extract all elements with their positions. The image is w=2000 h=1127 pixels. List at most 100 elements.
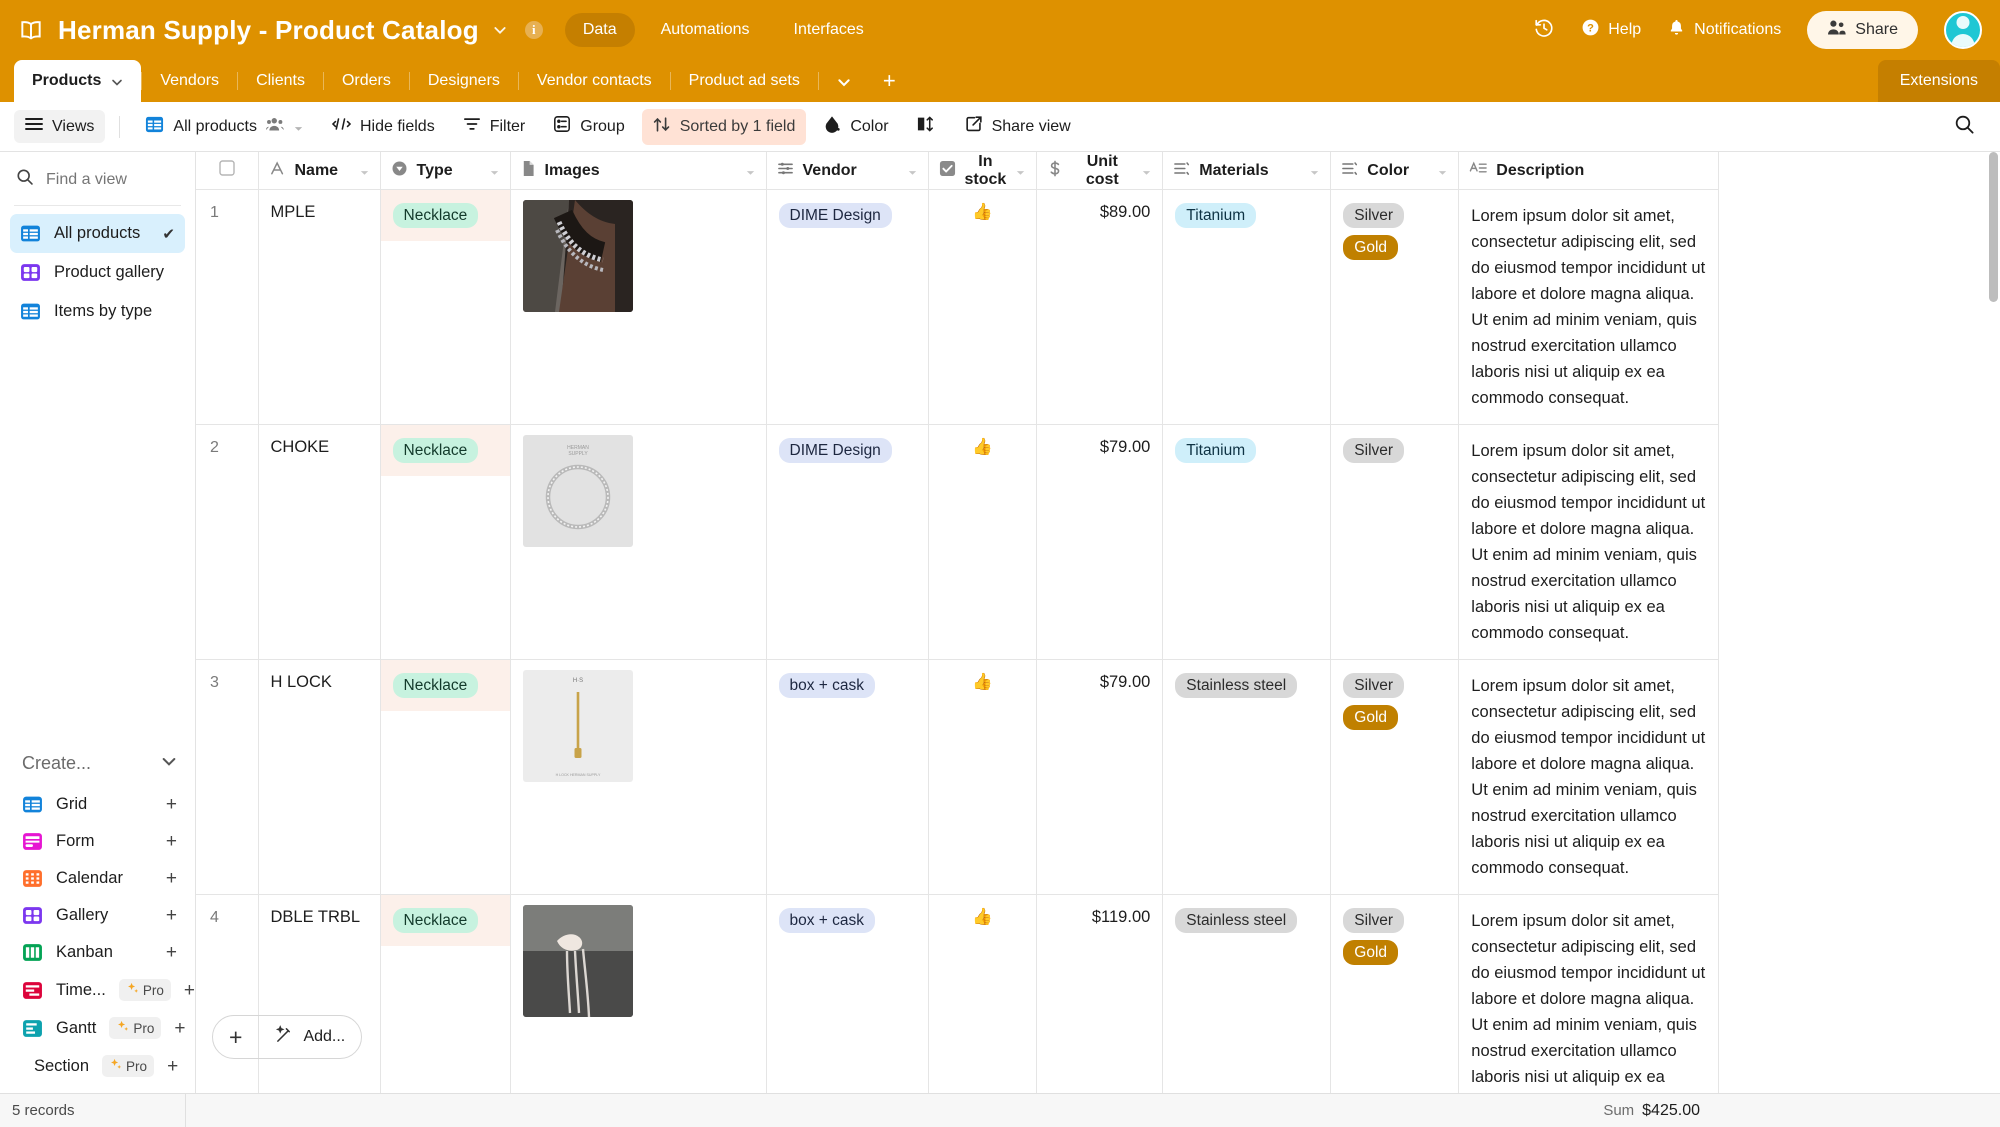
row-number-cell[interactable]: 2 <box>196 425 258 660</box>
create-section-row[interactable]: Section Pro + <box>0 1047 195 1085</box>
history-icon[interactable] <box>1533 17 1555 44</box>
chevron-down-icon[interactable] <box>293 121 304 132</box>
notifications-button[interactable]: Notifications <box>1667 18 1781 42</box>
row-number-cell[interactable]: 3 <box>196 660 258 895</box>
table-row[interactable]: 2 CHOKE Necklace HERMAN SUPPLY <box>196 425 1719 660</box>
chevron-down-icon[interactable] <box>489 165 500 176</box>
chevron-down-icon[interactable] <box>1141 165 1152 176</box>
cell-unit-cost[interactable]: $79.00 <box>1037 425 1163 660</box>
add-icon[interactable]: + <box>166 832 177 851</box>
cell-description[interactable]: Lorem ipsum dolor sit amet, consectetur … <box>1459 425 1719 660</box>
cell-vendor[interactable]: DIME Design <box>766 425 928 660</box>
table-row[interactable]: 3 H LOCK Necklace H·S <box>196 660 1719 895</box>
column-header-unit-cost[interactable]: Unit cost <box>1037 152 1163 190</box>
color-button[interactable]: Color <box>812 108 899 145</box>
add-icon[interactable]: + <box>166 943 177 962</box>
find-view-row[interactable] <box>0 152 195 205</box>
row-height-button[interactable] <box>906 108 948 145</box>
cell-type[interactable]: Necklace <box>380 895 510 1094</box>
chevron-down-icon[interactable] <box>161 753 177 774</box>
cell-color[interactable]: SilverGold <box>1331 660 1459 895</box>
row-number-cell[interactable]: 4 <box>196 895 258 1094</box>
add-table-button[interactable]: + <box>867 60 912 102</box>
share-view-button[interactable]: Share view <box>954 108 1082 145</box>
share-button[interactable]: Share <box>1807 11 1918 49</box>
column-header-type[interactable]: Type <box>380 152 510 190</box>
chevron-down-icon[interactable] <box>359 165 370 176</box>
info-icon[interactable]: i <box>525 21 543 39</box>
filter-button[interactable]: Filter <box>452 109 537 144</box>
column-header-name[interactable]: Name <box>258 152 380 190</box>
cell-in-stock[interactable]: 👍 <box>928 190 1037 425</box>
cell-name[interactable]: CHOKE <box>258 425 380 660</box>
create-form-row[interactable]: Form + <box>0 823 195 860</box>
cell-name[interactable]: MPLE <box>258 190 380 425</box>
add-icon[interactable]: + <box>184 981 195 1000</box>
create-kanban-row[interactable]: Kanban + <box>0 934 195 971</box>
chevron-down-icon[interactable] <box>1309 165 1320 176</box>
chevron-down-icon[interactable] <box>745 165 756 176</box>
extensions-button[interactable]: Extensions <box>1878 60 2000 102</box>
search-input[interactable] <box>46 171 166 189</box>
current-view-button[interactable]: All products <box>134 108 315 146</box>
hide-fields-button[interactable]: Hide fields <box>321 109 446 144</box>
cell-images[interactable] <box>510 190 766 425</box>
cell-in-stock[interactable]: 👍 <box>928 895 1037 1094</box>
checkbox-icon[interactable] <box>219 160 235 181</box>
group-button[interactable]: Group <box>542 108 635 145</box>
add-row-magic[interactable]: Add... <box>258 1016 361 1058</box>
chevron-down-icon[interactable] <box>1015 165 1026 176</box>
cell-name[interactable]: H LOCK <box>258 660 380 895</box>
cell-in-stock[interactable]: 👍 <box>928 425 1037 660</box>
avatar[interactable] <box>1944 11 1982 49</box>
add-icon[interactable]: + <box>166 906 177 925</box>
column-header-materials[interactable]: Materials <box>1163 152 1331 190</box>
create-gantt-row[interactable]: Gantt Pro + <box>0 1009 195 1047</box>
tab-products[interactable]: Products <box>14 60 141 102</box>
sidebar-item-items-by-type[interactable]: Items by type <box>10 292 185 331</box>
cell-color[interactable]: Silver <box>1331 425 1459 660</box>
column-header-color[interactable]: Color <box>1331 152 1459 190</box>
cell-materials[interactable]: Stainless steel <box>1163 895 1331 1094</box>
cell-unit-cost[interactable]: $119.00 <box>1037 895 1163 1094</box>
column-header-vendor[interactable]: Vendor <box>766 152 928 190</box>
table-row[interactable]: 4 DBLE TRBL Necklace <box>196 895 1719 1094</box>
row-number-cell[interactable]: 1 <box>196 190 258 425</box>
column-header-images[interactable]: Images <box>510 152 766 190</box>
nav-item-data[interactable]: Data <box>565 13 635 47</box>
search-button[interactable] <box>1943 107 1986 147</box>
create-header[interactable]: Create... <box>0 743 195 786</box>
cell-vendor[interactable]: box + cask <box>766 660 928 895</box>
column-header-description[interactable]: Description <box>1459 152 1719 190</box>
help-button[interactable]: ? Help <box>1581 18 1641 42</box>
select-all-header[interactable] <box>196 152 258 190</box>
summary-bar[interactable]: Sum $425.00 <box>1603 1102 2000 1120</box>
cell-materials[interactable]: Titanium <box>1163 190 1331 425</box>
cell-name[interactable]: DBLE TRBL <box>258 895 380 1094</box>
chevron-down-icon[interactable] <box>907 165 918 176</box>
sidebar-item-all-products[interactable]: All products ✔ <box>10 214 185 253</box>
cell-vendor[interactable]: box + cask <box>766 895 928 1094</box>
grid-scroll[interactable]: Name Type <box>196 152 2000 1093</box>
tab-overflow-button[interactable] <box>819 60 867 102</box>
tab-product-ad-sets[interactable]: Product ad sets <box>671 60 818 102</box>
table-row[interactable]: 1 MPLE Necklace <box>196 190 1719 425</box>
cell-in-stock[interactable]: 👍 <box>928 660 1037 895</box>
tab-vendor-contacts[interactable]: Vendor contacts <box>519 60 670 102</box>
sort-button[interactable]: Sorted by 1 field <box>642 109 807 145</box>
cell-description[interactable]: Lorem ipsum dolor sit amet, consectetur … <box>1459 895 1719 1094</box>
create-timeline-row[interactable]: Time... Pro + <box>0 971 195 1009</box>
cell-description[interactable]: Lorem ipsum dolor sit amet, consectetur … <box>1459 190 1719 425</box>
cell-description[interactable]: Lorem ipsum dolor sit amet, consectetur … <box>1459 660 1719 895</box>
add-record-button[interactable]: + Add... <box>212 1015 362 1059</box>
tab-designers[interactable]: Designers <box>410 60 518 102</box>
cell-materials[interactable]: Stainless steel <box>1163 660 1331 895</box>
cell-type[interactable]: Necklace <box>380 425 510 660</box>
tab-clients[interactable]: Clients <box>238 60 323 102</box>
vertical-scrollbar[interactable] <box>1989 152 1998 302</box>
chevron-down-icon[interactable] <box>1437 165 1448 176</box>
sidebar-item-product-gallery[interactable]: Product gallery <box>10 253 185 292</box>
cell-images[interactable] <box>510 895 766 1094</box>
cell-color[interactable]: SilverGold <box>1331 190 1459 425</box>
nav-item-interfaces[interactable]: Interfaces <box>776 13 882 47</box>
